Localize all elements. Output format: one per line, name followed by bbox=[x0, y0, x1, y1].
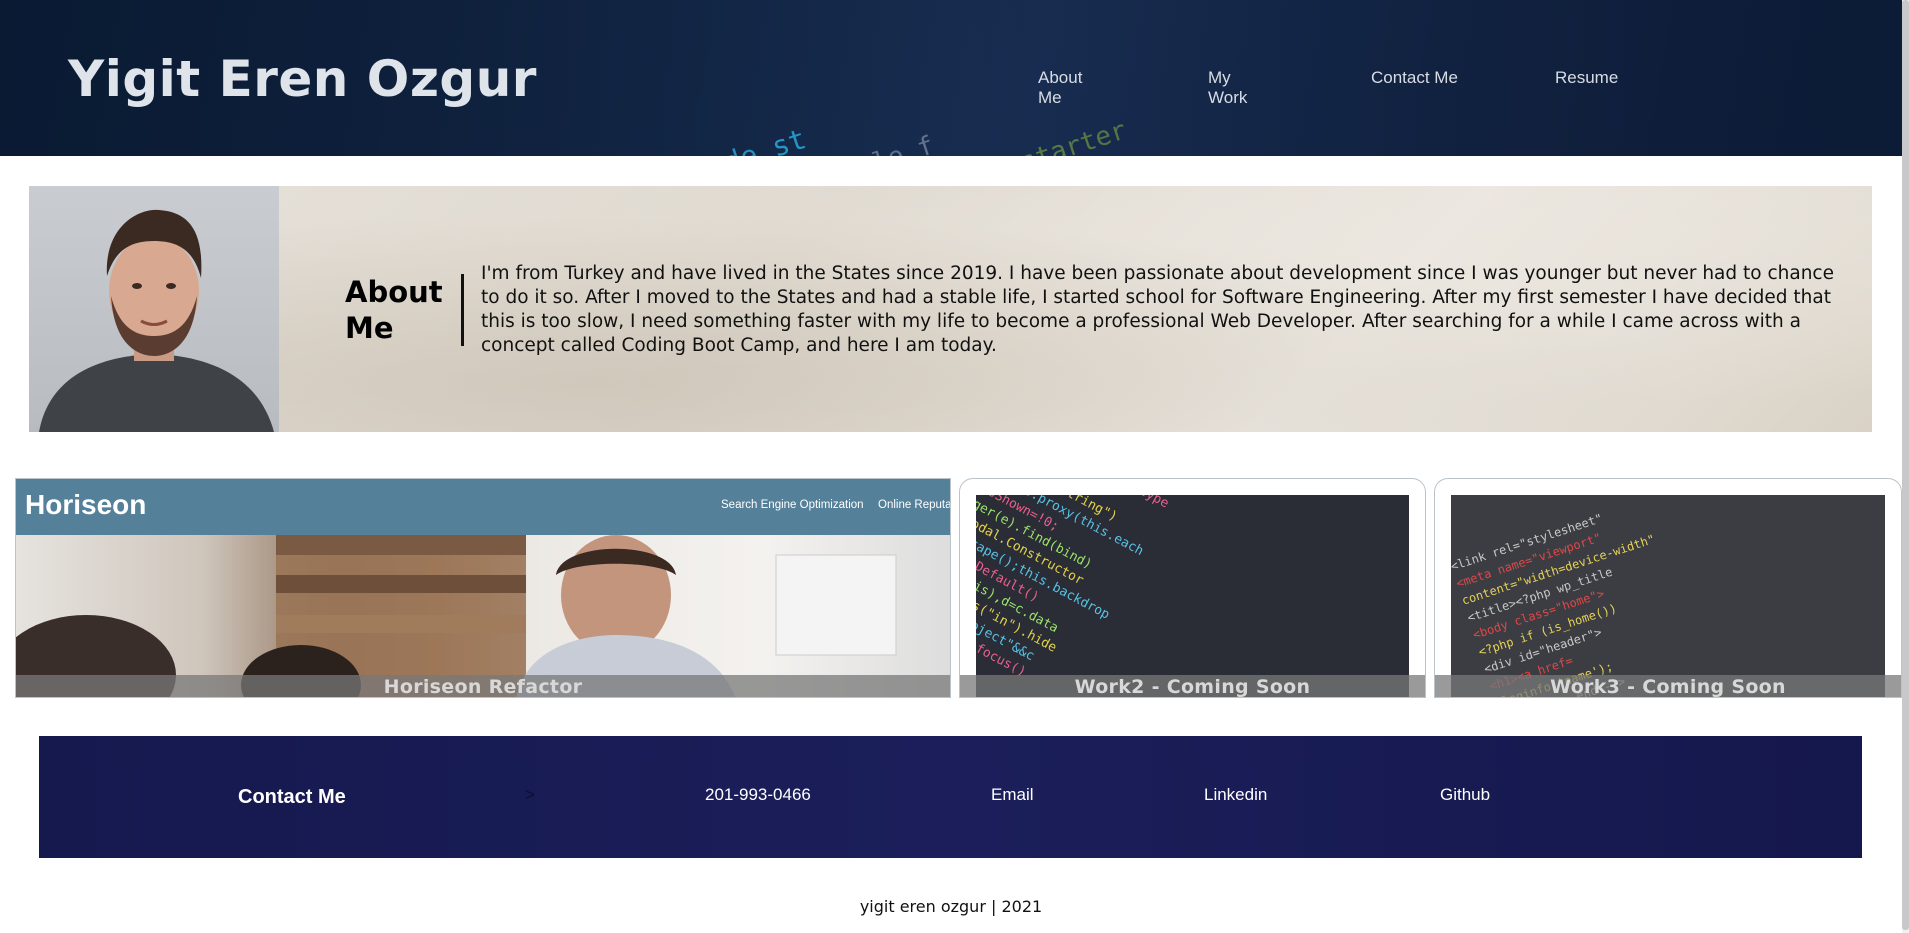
phone-link[interactable]: 201-993-0466 bbox=[705, 785, 811, 805]
contact-arrow: > bbox=[525, 785, 535, 804]
horiseon-logo: Horiseon bbox=[25, 489, 147, 520]
work-label: Horiseon Refactor bbox=[16, 675, 950, 697]
work3-preview-image: <link rel="stylesheet" <meta name="viewp… bbox=[1451, 495, 1885, 697]
github-link[interactable]: Github bbox=[1440, 785, 1490, 805]
site-header: 14 * ru 15 * as indi 16 function incode_… bbox=[0, 0, 1902, 156]
work-card-work2[interactable]: function(c){return this.each var d=this.… bbox=[959, 478, 1426, 698]
work-label: Work3 - Coming Soon bbox=[1435, 675, 1901, 697]
email-link[interactable]: Email bbox=[991, 785, 1034, 805]
nav-link-resume[interactable]: Resume bbox=[1555, 68, 1618, 88]
horiseon-preview-image bbox=[16, 535, 950, 697]
scrollbar-thumb[interactable] bbox=[1902, 0, 1909, 930]
linkedin-link[interactable]: Linkedin bbox=[1204, 785, 1267, 805]
horiseon-preview-header: Horiseon Search Engine Optimization Onli… bbox=[16, 479, 950, 535]
page-scrollbar[interactable] bbox=[1902, 0, 1909, 933]
horiseon-nav-item: Search Engine Optimization bbox=[721, 499, 864, 511]
horiseon-nav-item: Online Reputa bbox=[878, 499, 951, 511]
about-section: About Me I'm from Turkey and have lived … bbox=[29, 186, 1872, 432]
work2-preview-image: function(c){return this.each var d=this.… bbox=[976, 495, 1409, 697]
profile-photo bbox=[29, 186, 279, 432]
contact-section: Contact Me > 201-993-0466 Email Linkedin… bbox=[39, 736, 1862, 858]
work-card-horiseon[interactable]: Horiseon Search Engine Optimization Onli… bbox=[15, 478, 951, 698]
work-label: Work2 - Coming Soon bbox=[960, 675, 1425, 697]
site-footer: yigit eren ozgur | 2021 bbox=[859, 897, 1043, 916]
about-text: I'm from Turkey and have lived in the St… bbox=[481, 263, 1834, 356]
about-heading: About Me bbox=[345, 275, 443, 345]
contact-title: Contact Me bbox=[238, 786, 346, 808]
work-card-work3[interactable]: <link rel="stylesheet" <meta name="viewp… bbox=[1434, 478, 1902, 698]
nav-link-contact-me[interactable]: Contact Me bbox=[1371, 68, 1458, 88]
about-divider bbox=[461, 274, 464, 346]
site-title: Yigit Eren Ozgur bbox=[68, 50, 537, 108]
nav-link-my-work[interactable]: My Work bbox=[1208, 68, 1247, 108]
nav-link-about-me[interactable]: About Me bbox=[1038, 68, 1082, 108]
